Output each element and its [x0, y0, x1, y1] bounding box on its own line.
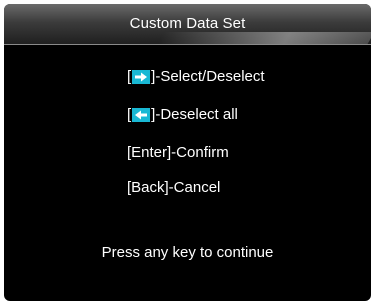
instruction-text: -Deselect all — [155, 106, 238, 123]
page-title: Custom Data Set — [129, 15, 246, 32]
instruction-text: [Back]-Cancel — [127, 179, 221, 196]
continue-prompt[interactable]: Press any key to continue — [4, 244, 371, 261]
device-screen: Custom Data Set [ ] -Select/Deselect [ ]… — [4, 4, 371, 301]
left-arrow-key-icon — [132, 108, 151, 122]
instruction-select-deselect: [ ] -Select/Deselect — [127, 68, 265, 86]
instruction-text: [Enter]-Confirm — [127, 144, 229, 161]
instruction-text: -Select/Deselect — [155, 68, 265, 85]
instruction-deselect-all: [ ] -Deselect all — [127, 106, 238, 124]
open-bracket: [ — [127, 106, 132, 123]
title-bar-glare — [157, 32, 371, 44]
instruction-cancel: [Back]-Cancel — [127, 179, 220, 197]
right-arrow-key-icon — [132, 70, 151, 84]
instruction-confirm: [Enter]-Confirm — [127, 144, 229, 162]
title-bar: Custom Data Set — [4, 4, 371, 45]
open-bracket: [ — [127, 68, 132, 85]
